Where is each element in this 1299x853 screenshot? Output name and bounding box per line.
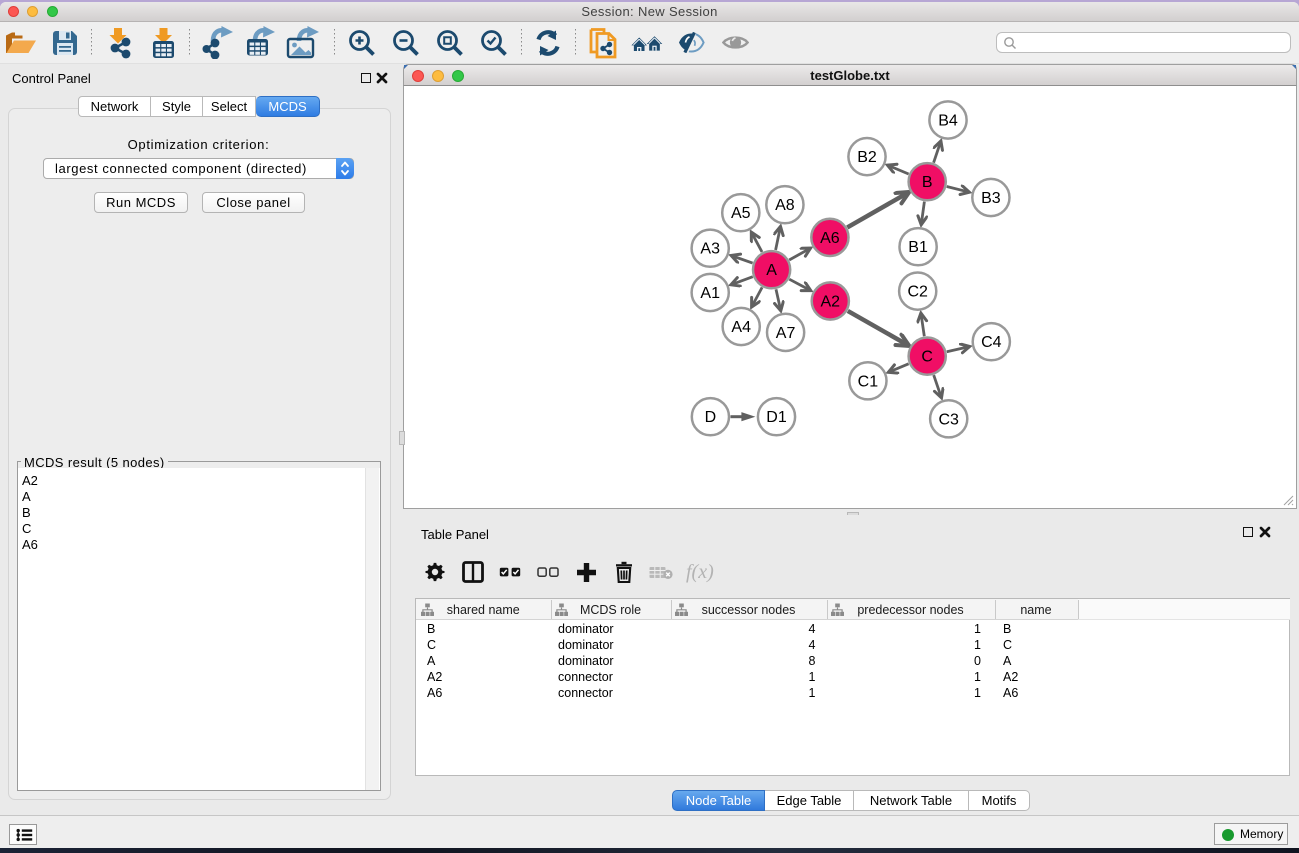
svg-text:A1: A1 — [700, 285, 720, 302]
svg-text:C3: C3 — [938, 411, 959, 428]
svg-text:A8: A8 — [775, 197, 795, 214]
svg-text:B4: B4 — [938, 113, 958, 130]
svg-text:A6: A6 — [820, 230, 840, 247]
svg-text:D: D — [705, 409, 717, 426]
svg-text:A3: A3 — [700, 241, 720, 258]
svg-text:D1: D1 — [766, 409, 787, 426]
svg-text:B3: B3 — [981, 190, 1001, 207]
svg-text:A2: A2 — [821, 294, 841, 311]
svg-text:C: C — [921, 349, 933, 366]
svg-text:C2: C2 — [907, 284, 928, 301]
svg-text:A: A — [766, 262, 777, 279]
svg-text:C4: C4 — [981, 334, 1002, 351]
svg-text:C1: C1 — [858, 373, 879, 390]
svg-text:A7: A7 — [776, 325, 796, 342]
svg-text:B1: B1 — [908, 239, 928, 256]
svg-text:B: B — [922, 174, 933, 191]
svg-text:A4: A4 — [731, 319, 751, 336]
svg-text:A5: A5 — [731, 205, 751, 222]
svg-text:B2: B2 — [857, 149, 877, 166]
